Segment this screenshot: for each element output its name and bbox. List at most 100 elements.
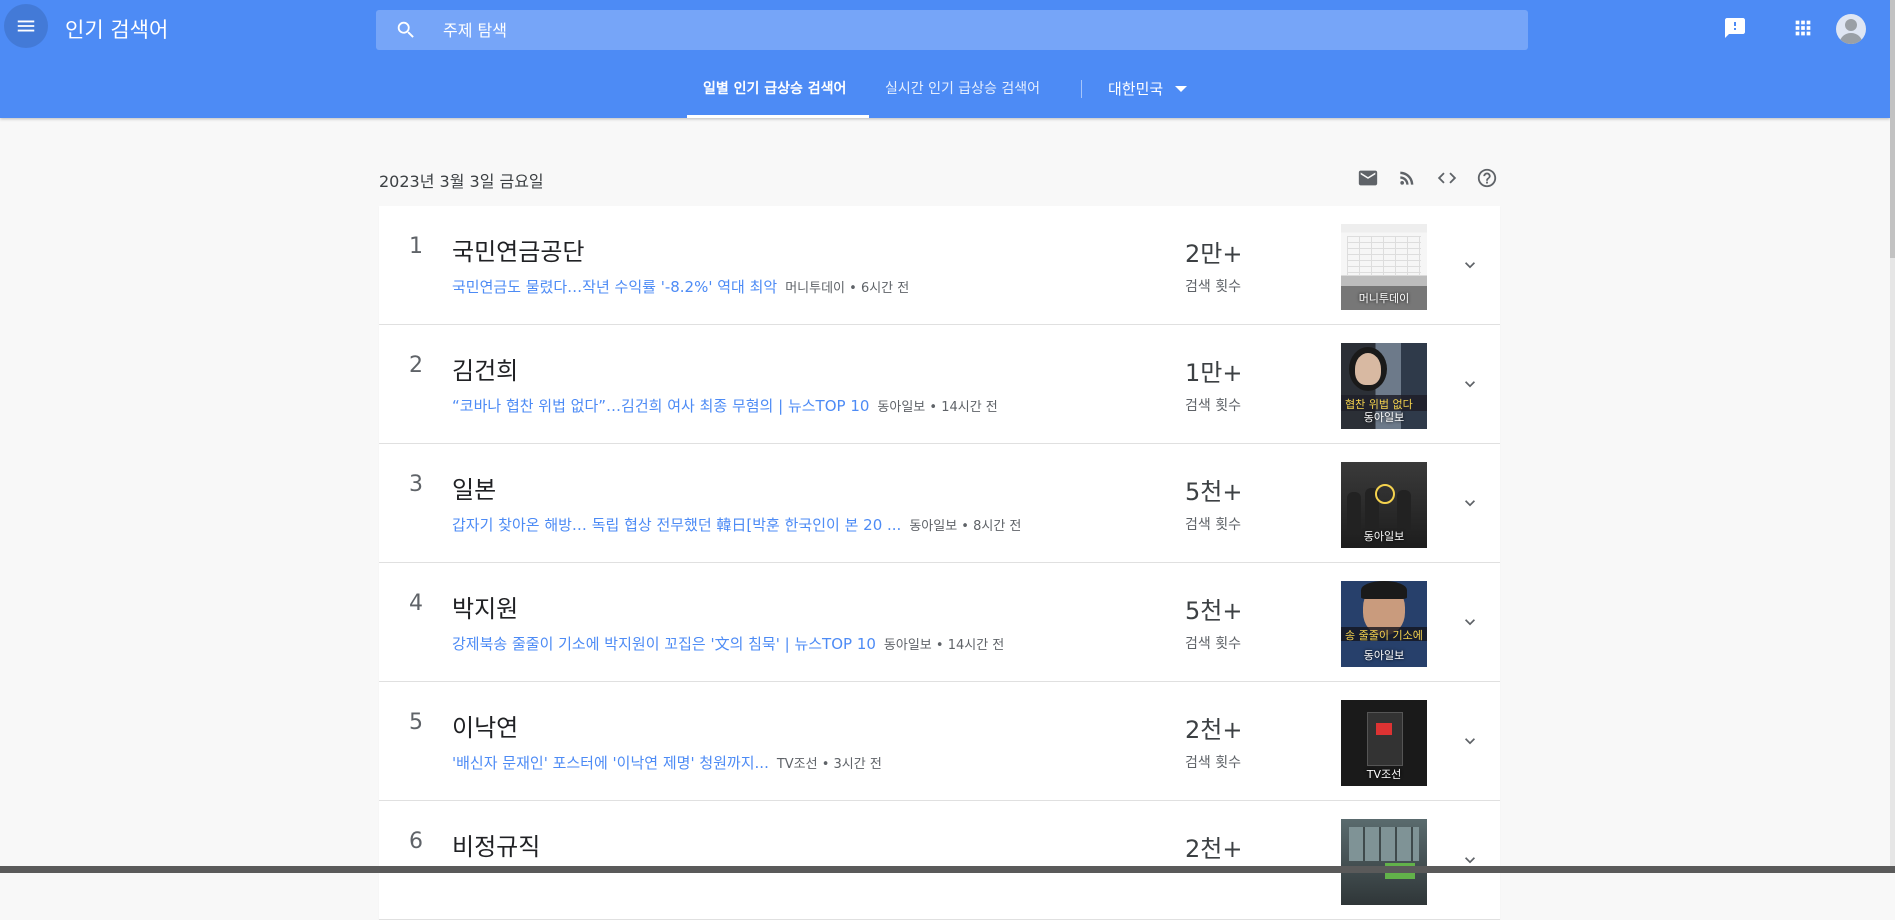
trends-list: 1 국민연금공단 국민연금도 물렸다…작년 수익률 '-8.2%' 역대 최악 머… [379, 206, 1500, 920]
feedback-icon [1725, 18, 1745, 38]
expand-row-button[interactable] [1458, 610, 1482, 634]
thumbnail-caption: TV조선 [1366, 768, 1402, 781]
trend-article-source: 동아일보 • 14시간 전 [877, 400, 998, 415]
trend-article-source: 머니투데이 • 6시간 전 [785, 281, 910, 296]
trend-article-link[interactable]: 국민연금도 물렸다…작년 수익률 '-8.2%' 역대 최악 [452, 278, 777, 296]
subscribe-email-button[interactable] [1355, 165, 1381, 191]
trend-article-line: 강제북송 줄줄이 기소에 박지원이 꼬집은 '文의 침묵' | 뉴스TOP 10… [452, 633, 1004, 654]
trend-rank: 6 [409, 829, 423, 854]
trend-search-count-label: 검색 횟수 [1185, 636, 1241, 652]
trend-thumbnail[interactable]: 머니투데이 [1341, 224, 1427, 310]
thumbnail-image [1367, 712, 1403, 766]
app-header: 인기 검색어 일별 인기 급상승 검색어 실시간 인기 급상승 검색어 대한민국 [0, 0, 1890, 118]
trend-thumbnail[interactable]: TV조선 [1341, 700, 1427, 786]
trend-article-link[interactable]: 갑자기 찾아온 해방… 독립 협상 전무했던 韓日[박훈 한국인이 본 20 .… [452, 516, 901, 534]
trend-rank: 5 [409, 710, 423, 735]
trend-row[interactable]: 6 비정규직 2천+ [379, 801, 1500, 920]
chevron-down-icon [1465, 500, 1475, 507]
trend-title[interactable]: 김건희 [452, 351, 518, 386]
thumbnail-caption: 동아일보 [1363, 649, 1405, 662]
tab-realtime-trends[interactable]: 실시간 인기 급상승 검색어 [885, 78, 1040, 98]
expand-row-button[interactable] [1458, 491, 1482, 515]
expand-row-button[interactable] [1458, 729, 1482, 753]
hamburger-menu-icon [17, 20, 35, 32]
apps-grid-icon [1795, 20, 1811, 36]
trend-title[interactable]: 이낙연 [452, 708, 518, 743]
trend-search-count: 1만+ [1185, 359, 1243, 387]
trend-article-line: 갑자기 찾아온 해방… 독립 협상 전무했던 韓日[박훈 한국인이 본 20 .… [452, 514, 1021, 535]
search-icon[interactable] [393, 17, 419, 43]
trend-search-count: 2천+ [1185, 716, 1243, 744]
rss-icon [1400, 171, 1414, 185]
thumbnail-caption: 동아일보 [1363, 530, 1405, 543]
trend-search-count-label: 검색 횟수 [1185, 398, 1241, 414]
account-avatar-icon [1839, 19, 1863, 44]
search-input[interactable] [441, 19, 1445, 41]
trend-search-count-label: 검색 횟수 [1185, 755, 1241, 771]
trend-thumbnail[interactable] [1341, 819, 1427, 905]
dropdown-caret-icon [1175, 85, 1188, 92]
app-title: 인기 검색어 [65, 18, 169, 42]
account-avatar[interactable] [1836, 14, 1866, 44]
thumbnail-image [1349, 827, 1419, 861]
trend-search-count-label: 검색 횟수 [1185, 517, 1241, 533]
embed-code-button[interactable] [1434, 165, 1460, 191]
thumbnail-hair [1361, 581, 1407, 599]
chevron-down-icon [1465, 262, 1475, 269]
trend-thumbnail[interactable]: 협찬 위법 없다 동아일보 [1341, 343, 1427, 429]
trend-row[interactable]: 4 박지원 강제북송 줄줄이 기소에 박지원이 꼬집은 '文의 침묵' | 뉴스… [379, 563, 1500, 682]
trend-article-line: “코바나 협찬 위법 없다”…김건희 여사 최종 무혐의 | 뉴스TOP 10 동… [452, 395, 998, 416]
tab-divider [1081, 80, 1082, 98]
bottom-edge-bar [0, 866, 1895, 873]
trend-rank: 2 [409, 353, 423, 378]
trend-search-count: 5천+ [1185, 597, 1243, 625]
page-scrollbar-thumb[interactable] [1890, 0, 1895, 258]
trends-date: 2023년 3월 3일 금요일 [379, 172, 544, 191]
trend-title[interactable]: 일본 [452, 470, 496, 505]
trend-article-link[interactable]: “코바나 협찬 위법 없다”…김건희 여사 최종 무혐의 | 뉴스TOP 10 [452, 397, 869, 415]
trend-row[interactable]: 3 일본 갑자기 찾아온 해방… 독립 협상 전무했던 韓日[박훈 한국인이 본… [379, 444, 1500, 563]
search-box[interactable] [376, 10, 1528, 50]
trend-search-count-label: 검색 횟수 [1185, 279, 1241, 295]
trends-tabs: 일별 인기 급상승 검색어 실시간 인기 급상승 검색어 대한민국 [0, 60, 1890, 118]
country-selector[interactable]: 대한민국 [1108, 78, 1188, 99]
apps-button[interactable] [1788, 13, 1818, 43]
thumbnail-caption: 머니투데이 [1358, 292, 1410, 305]
help-icon [1477, 168, 1497, 188]
help-button[interactable] [1474, 165, 1500, 191]
trend-thumbnail[interactable]: 송 줄줄이 기소에 동아일보 [1341, 581, 1427, 667]
trend-row[interactable]: 1 국민연금공단 국민연금도 물렸다…작년 수익률 '-8.2%' 역대 최악 머… [379, 206, 1500, 325]
trend-title[interactable]: 박지원 [452, 589, 518, 624]
trend-title[interactable]: 비정규직 [452, 827, 540, 862]
thumbnail-figure [1397, 490, 1411, 530]
feedback-button[interactable] [1720, 13, 1750, 43]
trend-search-count: 2만+ [1185, 240, 1243, 268]
trend-search-count: 2천+ [1185, 835, 1243, 863]
trend-article-line: '배신자 문재인' 포스터에 '이낙연 제명' 청원까지... TV조선 • 3시… [452, 752, 882, 773]
trend-rank: 3 [409, 472, 423, 497]
trend-search-count: 5천+ [1185, 478, 1243, 506]
thumbnail-image [1347, 492, 1361, 532]
trend-article-link[interactable]: 강제북송 줄줄이 기소에 박지원이 꼬집은 '文의 침묵' | 뉴스TOP 10 [452, 635, 876, 653]
thumbnail-band: 송 줄줄이 기소에 [1341, 627, 1427, 642]
trend-article-source: TV조선 • 3시간 전 [776, 757, 882, 772]
expand-row-button[interactable] [1458, 372, 1482, 396]
active-tab-indicator [687, 115, 869, 118]
thumbnail-face [1355, 353, 1381, 385]
trend-article-source: 동아일보 • 14시간 전 [883, 638, 1005, 653]
rss-feed-button[interactable] [1394, 165, 1420, 191]
trend-rank: 4 [409, 591, 423, 616]
chevron-down-icon [1465, 738, 1475, 745]
main-menu-button[interactable] [4, 4, 48, 48]
trend-article-link[interactable]: '배신자 문재인' 포스터에 '이낙연 제명' 청원까지... [452, 754, 769, 772]
chevron-down-icon [1465, 381, 1475, 388]
trend-thumbnail[interactable]: 동아일보 [1341, 462, 1427, 548]
embed-code-icon [1437, 172, 1457, 184]
country-label: 대한민국 [1108, 80, 1164, 98]
expand-row-button[interactable] [1458, 253, 1482, 277]
trend-row[interactable]: 2 김건희 “코바나 협찬 위법 없다”…김건희 여사 최종 무혐의 | 뉴스T… [379, 325, 1500, 444]
trend-row[interactable]: 5 이낙연 '배신자 문재인' 포스터에 '이낙연 제명' 청원까지... TV조… [379, 682, 1500, 801]
tab-daily-trends[interactable]: 일별 인기 급상승 검색어 [703, 78, 846, 98]
trend-title[interactable]: 국민연금공단 [452, 232, 584, 267]
trend-article-source: 동아일보 • 8시간 전 [909, 519, 1022, 534]
